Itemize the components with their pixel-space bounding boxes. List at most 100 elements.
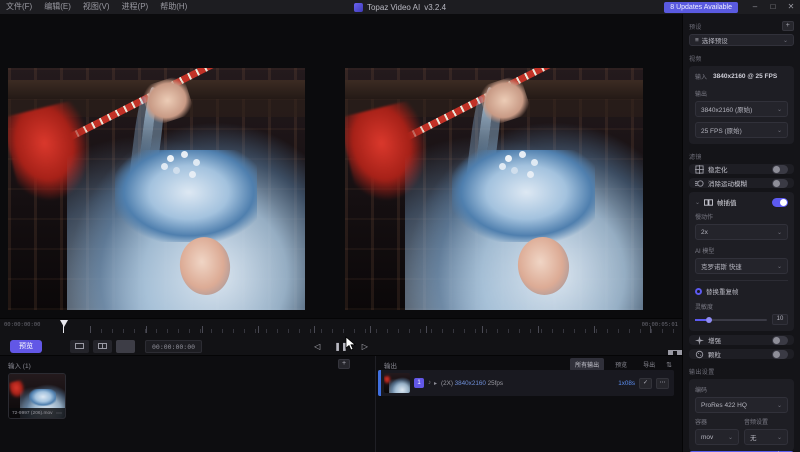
enhancement-toggle[interactable]	[772, 336, 788, 345]
panel-divider	[375, 356, 376, 452]
ai-model-value: 克罗诺斯 快速	[701, 261, 742, 271]
container-group: 容器 mov ⌄	[695, 417, 739, 445]
container-dropdown[interactable]: mov ⌄	[695, 429, 739, 445]
container-label: 容器	[695, 417, 739, 426]
preview-button[interactable]: 预览	[10, 340, 42, 353]
sensitivity-label: 灵敏度	[695, 302, 788, 311]
add-preset-button[interactable]: +	[782, 21, 794, 31]
frame-interpolation-toggle[interactable]	[772, 198, 788, 207]
encoder-dropdown[interactable]: ProRes 422 HQ ⌄	[695, 397, 788, 413]
slowmo-value: 2x	[701, 229, 708, 236]
view-mode-group	[70, 340, 135, 353]
output-row[interactable]: 1 ♪ ▸ (2X) 3840x2160 25fps 1x08s ✓ ⋯	[378, 370, 674, 396]
frame-interpolation-icon	[704, 198, 713, 207]
motion-deblur-label: 消除运动模糊	[708, 178, 768, 188]
preset-list-icon: ≡	[695, 37, 699, 44]
inputs-header: 输入 (1)	[8, 360, 31, 370]
preview-area	[0, 14, 682, 318]
split-view-icon	[98, 343, 107, 349]
output-row-label: (2X) 3840x2160 25fps	[441, 380, 503, 387]
clips-panel: 输入 (1) + 72-9997 (206).mov ⋯ 输出 所有输出 预览 …	[0, 355, 682, 452]
input-more-icon[interactable]: ⋯	[56, 410, 62, 417]
stabilization-toggle[interactable]	[772, 165, 788, 174]
grain-toggle[interactable]	[772, 350, 788, 359]
ai-model-label: AI 模型	[695, 246, 788, 255]
video-input-label: 输入	[695, 72, 707, 81]
previous-frame-button[interactable]: ◁	[314, 340, 320, 353]
maximize-button[interactable]: □	[764, 0, 782, 14]
filter-stabilization[interactable]: 稳定化	[689, 164, 794, 174]
framerate-dropdown[interactable]: 25 FPS (原始) ⌄	[695, 122, 788, 138]
preset-dropdown[interactable]: ≡ 选择预设 ⌄	[689, 34, 794, 46]
output-status: 1x08s	[618, 380, 635, 387]
enhancement-label: 增强	[708, 335, 768, 345]
output-prefix: (2X)	[441, 380, 453, 387]
chevron-down-icon: ⌄	[777, 434, 782, 441]
output-more-button[interactable]: ⋯	[656, 378, 669, 389]
add-input-button[interactable]: +	[338, 359, 350, 369]
output-index-badge: 1	[414, 378, 424, 388]
slider-fill	[695, 319, 706, 321]
resolution-dropdown[interactable]: 3840x2160 (原始) ⌄	[695, 101, 788, 117]
video-input-value: 3840x2160 @ 25 FPS	[713, 73, 777, 80]
timeline-ruler[interactable]: 00:00:00:00 00:00:05:01	[0, 319, 682, 333]
titlebar-right: 8 Updates Available – □ ✕	[664, 0, 800, 14]
view-side-by-side-button[interactable]	[116, 340, 135, 353]
single-view-icon	[75, 343, 84, 349]
stabilization-icon	[695, 165, 704, 174]
output-row-icons: ♪ ▸	[428, 380, 437, 387]
headdress-art	[452, 150, 595, 242]
sensitivity-value[interactable]: 10	[772, 314, 788, 325]
titlebar: 文件(F) 编辑(E) 视图(V) 进程(P) 帮助(H) Topaz Vide…	[0, 0, 800, 14]
slowmo-dropdown[interactable]: 2x ⌄	[695, 224, 788, 240]
next-frame-button[interactable]: ▷	[362, 340, 368, 353]
container-audio-row: 容器 mov ⌄ 音频设置 无 ⌄	[695, 417, 788, 445]
preview-frame-original[interactable]	[8, 68, 305, 310]
menu-view[interactable]: 视图(V)	[77, 0, 116, 14]
playhead[interactable]	[60, 320, 68, 327]
frame-interpolation-header[interactable]: ⌄ 帧插值	[689, 192, 794, 212]
menu-process[interactable]: 进程(P)	[116, 0, 155, 14]
output-check-button[interactable]: ✓	[639, 378, 652, 389]
menu-edit[interactable]: 编辑(E)	[38, 0, 77, 14]
output-thumbnail	[384, 373, 410, 393]
ai-model-dropdown[interactable]: 克罗诺斯 快速 ⌄	[695, 258, 788, 274]
chevron-down-icon: ⌄	[777, 263, 782, 270]
chevron-down-icon: ⌄	[777, 127, 782, 134]
audio-settings-label: 音频设置	[744, 417, 788, 426]
view-split-button[interactable]	[93, 340, 112, 353]
video-still-art	[8, 68, 305, 310]
chevron-down-icon: ⌄	[777, 402, 782, 409]
timeline: 00:00:00:00 00:00:05:01 预览 00:00:00:00 ◁…	[0, 318, 682, 355]
output-settings-label: 输出设置	[689, 367, 715, 376]
divider	[695, 280, 788, 281]
replace-duplicate-frames-option[interactable]: 替换重复帧	[695, 286, 788, 296]
video-card: 输入 3840x2160 @ 25 FPS 输出 3840x2160 (原始) …	[689, 66, 794, 144]
motion-deblur-toggle[interactable]	[772, 179, 788, 188]
sensitivity-slider[interactable]	[695, 319, 767, 321]
costume-art	[389, 377, 410, 393]
chevron-down-icon: ⌄	[777, 106, 782, 113]
radio-selected-icon	[695, 288, 702, 295]
output-resolution: 3840x2160	[455, 380, 486, 387]
menu-file[interactable]: 文件(F)	[0, 0, 38, 14]
filter-enhancement[interactable]: 增强	[689, 335, 794, 345]
resolution-value: 3840x2160 (原始)	[701, 104, 752, 114]
updates-badge[interactable]: 8 Updates Available	[664, 2, 738, 13]
audio-dropdown[interactable]: 无 ⌄	[744, 429, 788, 445]
output-settings-card: 编码 ProRes 422 HQ ⌄ 容器 mov ⌄ 音频设置 无	[689, 379, 794, 451]
sort-icon[interactable]: ⇅	[666, 361, 672, 369]
frame-interpolation-label: 帧插值	[717, 197, 768, 207]
filter-motion-deblur[interactable]: 消除运动模糊	[689, 178, 794, 188]
chevron-down-icon: ⌄	[728, 434, 733, 441]
preview-frame-processed[interactable]	[345, 68, 643, 310]
input-clip-thumbnail[interactable]: 72-9997 (206).mov ⋯	[8, 373, 66, 419]
collapse-chevron-icon[interactable]: ⌄	[695, 199, 700, 206]
view-single-button[interactable]	[70, 340, 89, 353]
menu-help[interactable]: 帮助(H)	[154, 0, 193, 14]
filter-grain[interactable]: 颗粒	[689, 349, 794, 359]
chevron-down-icon: ⌄	[777, 229, 782, 236]
minimize-button[interactable]: –	[746, 0, 764, 14]
close-button[interactable]: ✕	[782, 0, 800, 14]
slider-knob[interactable]	[706, 317, 712, 323]
